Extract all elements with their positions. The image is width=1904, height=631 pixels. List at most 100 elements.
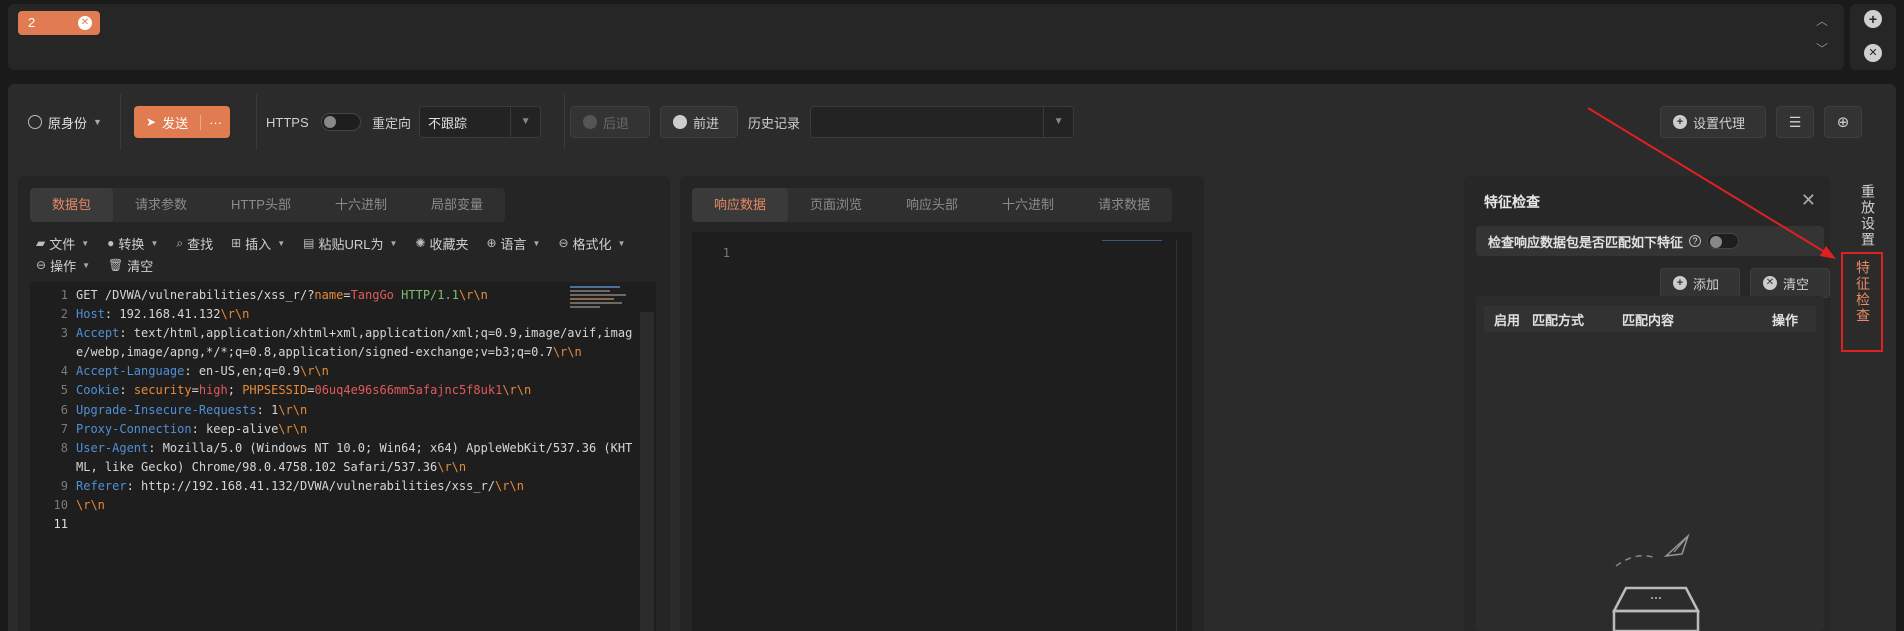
- tab-hex[interactable]: 十六进制: [980, 188, 1076, 222]
- format-menu[interactable]: ⊖ 格式化 ▼: [558, 234, 625, 253]
- network-button[interactable]: ⊕: [1824, 106, 1862, 138]
- file-menu[interactable]: ▰ 文件 ▼: [36, 234, 89, 253]
- line-number: 2: [60, 307, 68, 322]
- send-icon: ➤: [146, 115, 157, 129]
- set-proxy-button[interactable]: + 设置代理: [1660, 106, 1766, 138]
- caret-down-icon: ▼: [510, 107, 540, 137]
- code-line: Accept-Language: en-US,en;q=0.9\r\n: [76, 364, 329, 379]
- minimap: [570, 286, 626, 308]
- replay-settings-tab[interactable]: 重放设置: [1858, 184, 1878, 248]
- help-icon[interactable]: ?: [1689, 235, 1702, 247]
- line-number: 3: [60, 326, 68, 341]
- search-icon: ⌕: [176, 235, 184, 250]
- tab-request-data[interactable]: 请求数据: [1076, 188, 1172, 222]
- add-session-icon[interactable]: +: [1864, 10, 1882, 28]
- line-number: 7: [60, 421, 68, 436]
- actions-label: 操作: [50, 258, 77, 274]
- proxy-label: 设置代理: [1693, 115, 1746, 131]
- settings-sliders-button[interactable]: ☰: [1776, 106, 1814, 138]
- plus-square-icon: ⊞: [231, 236, 242, 250]
- feature-check-tab[interactable]: 特征检查: [1853, 260, 1873, 324]
- send-more-button[interactable]: ···: [200, 114, 230, 130]
- minimap-line: [1102, 240, 1162, 241]
- add-button[interactable]: + 添加: [1660, 268, 1740, 298]
- editor-toolbar: ▰ 文件 ▼ ● 转换 ▼ ⌕ 查找 ⊞ 插入 ▼ ▤ 粘贴URL为 ▼ ✺ 收藏夹 ⊕ 语言 ▼ ⊖ 格…: [36, 232, 646, 276]
- request-editor[interactable]: 1 2 3 4 5 6 7 8 9 10 11 GET /DVWA/vulner…: [30, 282, 656, 631]
- tab-response-data[interactable]: 响应数据: [692, 188, 789, 222]
- toolbar: 原身份 ▼ ➤ 发送 ··· HTTPS 重定向 不跟踪 ▼ 后退 前进 历史记…: [8, 84, 1896, 160]
- add-label: 添加: [1693, 276, 1720, 292]
- back-arrow-icon: [583, 115, 597, 129]
- insert-menu[interactable]: ⊞ 插入 ▼: [231, 234, 285, 253]
- caret-down-icon: ▼: [93, 117, 102, 127]
- response-panel: 响应数据 页面浏览 响应头部 十六进制 请求数据 1: [680, 176, 1204, 631]
- favorites-button[interactable]: ✺ 收藏夹: [415, 234, 468, 253]
- response-tabs: 响应数据 页面浏览 响应头部 十六进制 请求数据: [692, 188, 1173, 222]
- trash-icon: 🗑: [108, 258, 124, 272]
- session-tab[interactable]: 2 ✕: [18, 11, 100, 35]
- divider: [120, 94, 121, 150]
- chevron-up-icon[interactable]: ︿: [1816, 12, 1828, 29]
- identity-dropdown[interactable]: 原身份 ▼: [28, 106, 102, 138]
- caret-down-icon: ▼: [150, 238, 159, 248]
- forward-arrow-icon: [673, 115, 687, 129]
- find-button[interactable]: ⌕ 查找: [176, 234, 213, 253]
- close-icon[interactable]: ✕: [1801, 190, 1816, 211]
- minus-circle-icon: ⊖: [36, 258, 47, 272]
- globe-icon: ⊕: [1836, 114, 1850, 131]
- convert-label: 转换: [118, 236, 145, 252]
- line-number: 9: [60, 478, 68, 493]
- back-button[interactable]: 后退: [570, 106, 650, 138]
- https-toggle[interactable]: [320, 113, 361, 131]
- tab-request-params[interactable]: 请求参数: [113, 188, 209, 222]
- code-line: Upgrade-Insecure-Requests: 1\r\n: [76, 402, 308, 417]
- vertical-scrollbar[interactable]: [1176, 240, 1188, 631]
- language-label: 语言: [500, 236, 527, 252]
- paste-icon: ▤: [303, 236, 315, 250]
- column-header: 启用: [1494, 312, 1521, 328]
- convert-icon: ●: [107, 236, 115, 250]
- tab-page-preview[interactable]: 页面浏览: [788, 188, 884, 222]
- code-line: Proxy-Connection: keep-alive\r\n: [76, 421, 308, 436]
- close-tab-icon[interactable]: ✕: [78, 16, 92, 30]
- tab-response-headers[interactable]: 响应头部: [884, 188, 980, 222]
- code-line: \r\n: [76, 498, 105, 513]
- caret-down-icon: ▼: [81, 238, 90, 248]
- tab-local-vars[interactable]: 局部变量: [409, 188, 505, 222]
- divider: [564, 94, 565, 150]
- divider: [256, 94, 257, 150]
- vertical-scrollbar[interactable]: [640, 312, 654, 631]
- tab-hex[interactable]: 十六进制: [313, 188, 409, 222]
- convert-menu[interactable]: ● 转换 ▼: [107, 234, 158, 253]
- history-select[interactable]: ▼: [810, 106, 1075, 138]
- response-editor[interactable]: 1: [692, 232, 1192, 631]
- clear-button[interactable]: ✕ 清空: [1750, 268, 1830, 298]
- clear-label: 清空: [1783, 276, 1810, 292]
- paste-url-menu[interactable]: ▤ 粘贴URL为 ▼: [303, 234, 397, 253]
- clear-button[interactable]: 🗑 清空: [108, 256, 153, 275]
- language-menu[interactable]: ⊕ 语言 ▼: [486, 234, 540, 253]
- code-line: User-Agent: Mozilla/5.0 (Windows NT 10.0…: [76, 440, 633, 455]
- send-button[interactable]: ➤ 发送: [134, 113, 200, 132]
- match-check-toggle[interactable]: [1707, 233, 1740, 249]
- tab-packet[interactable]: 数据包: [30, 188, 114, 222]
- format-icon: ⊖: [558, 236, 569, 250]
- history-label: 历史记录: [748, 115, 801, 131]
- close-session-icon[interactable]: ✕: [1864, 44, 1882, 62]
- actions-menu[interactable]: ⊖ 操作 ▼: [36, 256, 90, 275]
- paste-url-label: 粘贴URL为: [318, 236, 384, 252]
- match-check-row: 检查响应数据包是否匹配如下特征 ?: [1476, 226, 1824, 256]
- tab-http-headers[interactable]: HTTP头部: [209, 188, 313, 222]
- forward-button[interactable]: 前进: [660, 106, 738, 138]
- redirect-select[interactable]: 不跟踪 ▼: [419, 106, 542, 138]
- line-numbers: 1 2 3 4 5 6 7 8 9 10 11: [30, 286, 68, 534]
- line-number: 8: [60, 440, 68, 455]
- line-number: 4: [60, 364, 68, 379]
- column-header: 操作: [1772, 312, 1799, 328]
- panel-title: 特征检查: [1484, 194, 1540, 210]
- check-label: 检查响应数据包是否匹配如下特征: [1488, 234, 1684, 250]
- request-panel: 数据包 请求参数 HTTP头部 十六进制 局部变量 ▰ 文件 ▼ ● 转换 ▼ ⌕ 查找 …: [18, 176, 670, 631]
- redirect-value: 不跟踪: [428, 115, 468, 131]
- chevron-down-icon[interactable]: ﹀: [1816, 40, 1828, 57]
